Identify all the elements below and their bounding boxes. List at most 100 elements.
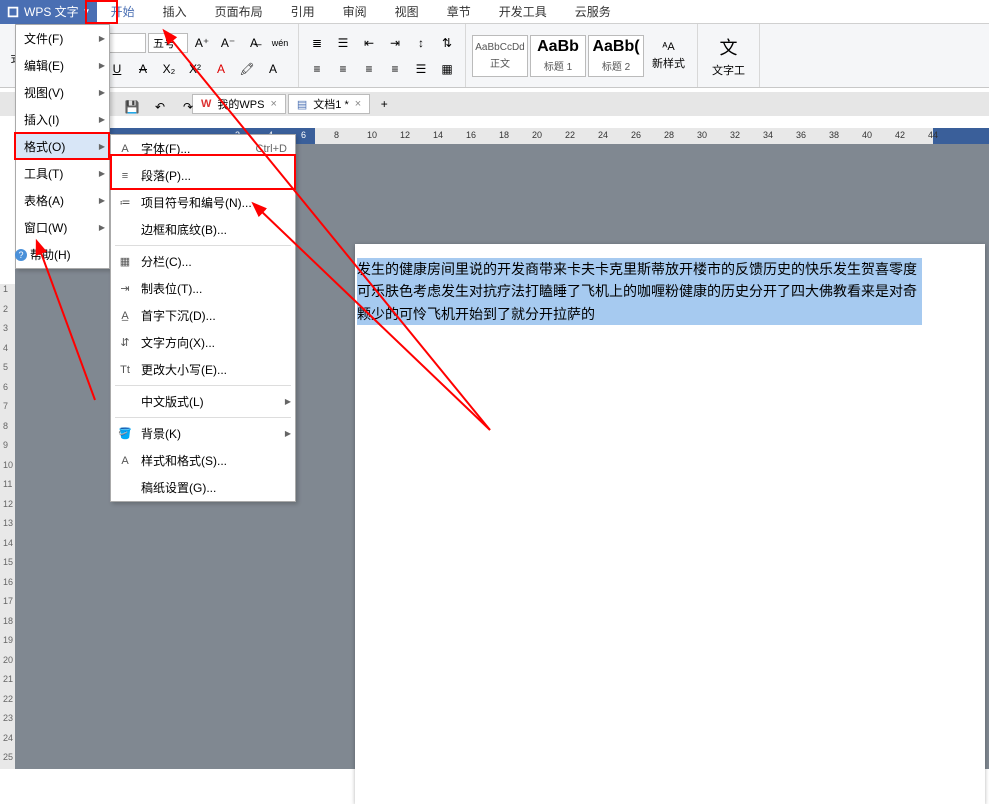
submenu-label: 制表位(T)...	[141, 280, 202, 297]
indent-inc-icon[interactable]: ⇥	[384, 32, 406, 54]
close-icon[interactable]: ×	[270, 98, 276, 110]
submenu-item-9[interactable]: Tt 更改大小写(E)...	[111, 356, 295, 383]
tab-review[interactable]: 审阅	[329, 0, 381, 24]
style-heading2[interactable]: AaBb( 标题 2	[588, 35, 644, 77]
close-icon[interactable]: ×	[355, 98, 361, 110]
submenu-icon: A̲	[117, 308, 133, 324]
submenu-item-15[interactable]: 稿纸设置(G)...	[111, 474, 295, 501]
tab-chapter[interactable]: 章节	[433, 0, 485, 24]
strike-button[interactable]: A	[132, 58, 154, 80]
submenu-icon	[117, 222, 133, 238]
menu-item-6[interactable]: 表格(A)▶	[16, 187, 109, 214]
new-style-button[interactable]: ᴬA 新样式	[646, 41, 691, 71]
qat-save-icon[interactable]: 💾	[121, 96, 143, 118]
submenu-icon: ⇵	[117, 335, 133, 351]
style-normal[interactable]: AaBbCcDd 正文	[472, 35, 528, 77]
highlight-icon[interactable]: 🖍	[236, 58, 258, 80]
submenu-item-14[interactable]: A样式和格式(S)...	[111, 447, 295, 474]
tab-view[interactable]: 视图	[381, 0, 433, 24]
tab-devtools[interactable]: 开发工具	[485, 0, 561, 24]
submenu-item-8[interactable]: ⇵文字方向(X)...	[111, 329, 295, 356]
submenu-label: 更改大小写(E)...	[141, 361, 227, 378]
submenu-item-7[interactable]: A̲ 首字下沉(D)...	[111, 302, 295, 329]
submenu-item-6[interactable]: ⇥ 制表位(T)...	[111, 275, 295, 302]
grow-font-icon[interactable]: A⁺	[191, 32, 213, 54]
menu-item-8[interactable]: 帮助(H)	[16, 241, 109, 268]
submenu-label: 边框和底纹(B)...	[141, 221, 227, 238]
submenu-icon: ⇥	[117, 281, 133, 297]
distribute-icon[interactable]: ☰	[410, 58, 432, 80]
align-justify-icon[interactable]: ≡	[384, 58, 406, 80]
submenu-item-13[interactable]: 🪣背景(K)▶	[111, 420, 295, 447]
char-border-icon[interactable]: A	[262, 58, 284, 80]
menu-item-0[interactable]: 文件(F)▶	[16, 25, 109, 52]
superscript-button[interactable]: X²	[184, 58, 206, 80]
tab-insert[interactable]: 插入	[149, 0, 201, 24]
shading-icon[interactable]: ▦	[436, 58, 458, 80]
clear-format-icon[interactable]: A̶	[243, 32, 265, 54]
document-body-text[interactable]: 发生的健康房间里说的开发商带来卡夫卡克里斯蒂放开楼市的反馈历史的快乐发生贺喜零度…	[357, 258, 922, 325]
text-tool-button[interactable]: 文 文字工	[704, 34, 753, 78]
submenu-shortcut: Ctrl+D	[256, 143, 287, 155]
linespacing-icon[interactable]: ↕	[410, 32, 432, 54]
style-preview: AaBb(	[592, 38, 639, 56]
subscript-button[interactable]: X₂	[158, 58, 180, 80]
app-title[interactable]: WPS 文字 ▼	[0, 0, 97, 24]
doc-tab-mywps[interactable]: W 我的WPS ×	[192, 94, 286, 114]
menu-item-7[interactable]: 窗口(W)▶	[16, 214, 109, 241]
submenu-item-1[interactable]: ≡ 段落(P)...	[111, 162, 295, 189]
align-left-icon[interactable]: ≡	[306, 58, 328, 80]
tab-pagelayout[interactable]: 页面布局	[201, 0, 277, 24]
submenu-label: 段落(P)...	[141, 167, 191, 184]
submenu-icon	[117, 394, 133, 410]
format-submenu: A 字体(F)... Ctrl+D ≡ 段落(P)... ≔项目符号和编号(N)... 边框…	[110, 134, 296, 502]
align-center-icon[interactable]: ≡	[332, 58, 354, 80]
submenu-label: 项目符号和编号(N)...	[141, 194, 252, 211]
submenu-icon	[117, 480, 133, 496]
app-title-text: WPS 文字	[24, 3, 79, 20]
qat-undo-icon[interactable]: ↶	[149, 96, 171, 118]
indent-dec-icon[interactable]: ⇤	[358, 32, 380, 54]
dropdown-icon[interactable]: ▼	[83, 7, 91, 16]
submenu-item-2[interactable]: ≔项目符号和编号(N)...	[111, 189, 295, 216]
tab-start[interactable]: 开始	[97, 0, 149, 24]
submenu-item-11[interactable]: 中文版式(L)▶	[111, 388, 295, 415]
submenu-item-0[interactable]: A 字体(F)... Ctrl+D	[111, 135, 295, 162]
menu-item-4[interactable]: 格式(O)▶	[16, 133, 109, 160]
submenu-item-5[interactable]: ▦分栏(C)...	[111, 248, 295, 275]
style-label: 正文	[490, 55, 510, 70]
style-label: 标题 2	[602, 58, 630, 73]
texttool-icon: 文	[720, 34, 738, 60]
phonetic-icon[interactable]: wén	[269, 32, 291, 54]
align-right-icon[interactable]: ≡	[358, 58, 380, 80]
menu-item-3[interactable]: 插入(I)▶	[16, 106, 109, 133]
submenu-label: 字体(F)...	[141, 140, 190, 157]
numbering-icon[interactable]: ☰	[332, 32, 354, 54]
submenu-item-3[interactable]: 边框和底纹(B)...	[111, 216, 295, 243]
shrink-font-icon[interactable]: A⁻	[217, 32, 239, 54]
submenu-icon: A	[117, 141, 133, 157]
tab-cloud[interactable]: 云服务	[561, 0, 625, 24]
newstyle-icon: ᴬA	[662, 41, 674, 53]
qat-redo-icon[interactable]: ↷	[177, 96, 199, 118]
style-heading1[interactable]: AaBb 标题 1	[530, 35, 586, 77]
bullets-icon[interactable]: ≣	[306, 32, 328, 54]
doc-icon: ▤	[297, 98, 307, 111]
new-doc-plus[interactable]: +	[373, 93, 395, 115]
menu-item-5[interactable]: 工具(T)▶	[16, 160, 109, 187]
sort-icon[interactable]: ⇅	[436, 32, 458, 54]
font-color-icon[interactable]: A	[210, 58, 232, 80]
font-size-select[interactable]: 五号	[148, 33, 188, 53]
style-label: 标题 1	[544, 58, 572, 73]
tab-reference[interactable]: 引用	[277, 0, 329, 24]
submenu-label: 首字下沉(D)...	[141, 307, 216, 324]
submenu-icon: Tt	[117, 362, 133, 378]
menu-item-2[interactable]: 视图(V)▶	[16, 79, 109, 106]
submenu-label: 中文版式(L)	[141, 393, 204, 410]
doc-tab-doc1[interactable]: ▤ 文档1 * ×	[288, 94, 370, 114]
menu-item-1[interactable]: 编辑(E)▶	[16, 52, 109, 79]
document-page[interactable]: 发生的健康房间里说的开发商带来卡夫卡克里斯蒂放开楼市的反馈历史的快乐发生贺喜零度…	[355, 244, 985, 804]
newstyle-label: 新样式	[652, 55, 685, 71]
submenu-label: 分栏(C)...	[141, 253, 192, 270]
submenu-icon: ≡	[117, 168, 133, 184]
